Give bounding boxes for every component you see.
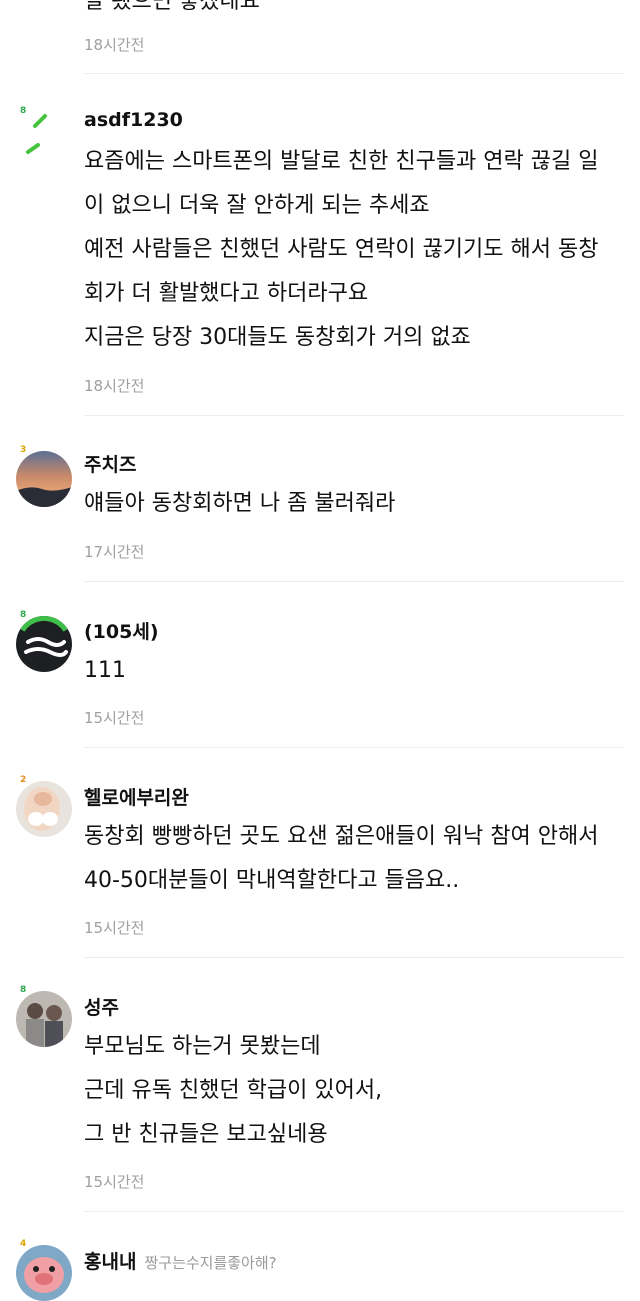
level-badge: 4 — [20, 1239, 27, 1249]
avatar-image — [16, 991, 72, 1047]
avatar[interactable]: 4 — [16, 1239, 72, 1301]
username[interactable]: asdf1230 — [84, 109, 183, 131]
username-text: 홍내내 — [84, 1251, 137, 1273]
comment-time: 17시간전 — [84, 543, 145, 561]
comment-body: 111 — [84, 649, 629, 693]
username[interactable]: 헬로에부리완 — [84, 783, 189, 810]
comment-body: 동창회 빵빵하던 곳도 요샌 젊은애들이 워낙 참여 안해서 40-50대분들이… — [84, 815, 629, 903]
divider — [84, 1211, 624, 1212]
comment-line: 부모님도 하는거 못봤는데 — [84, 1034, 321, 1059]
level-badge: 8 — [20, 106, 27, 116]
comment-time: 18시간전 — [84, 377, 145, 395]
comment-body: 잘 됐으면 좋겠네요 — [84, 0, 629, 24]
divider — [84, 957, 624, 958]
avatar-image — [16, 616, 72, 672]
avatar[interactable]: 2 — [16, 775, 72, 837]
divider — [84, 747, 624, 748]
divider — [84, 415, 624, 416]
divider — [84, 73, 624, 74]
comment-body: 얘들아 동창회하면 나 좀 불러줘라 — [84, 482, 629, 526]
avatar-image — [16, 781, 72, 837]
username[interactable]: 성주 — [84, 993, 119, 1020]
comment-line: 회가 더 활발했다고 하더라구요 — [84, 281, 369, 306]
comment-time: 15시간전 — [84, 1173, 145, 1191]
comment-body: 요즘에는 스마트폰의 발달로 친한 친구들과 연락 끊길 일 이 없으니 더욱 … — [84, 140, 629, 360]
comment-line: 동창회 빵빵하던 곳도 요샌 젊은애들이 워낙 참여 안해서 — [84, 824, 599, 849]
comment-body: 부모님도 하는거 못봤는데 근데 유독 친했던 학급이 있어서, 그 반 친규들… — [84, 1025, 629, 1157]
username[interactable]: (105세) — [84, 617, 159, 644]
comment-line: 지금은 당장 30대들도 동창회가 거의 없죠 — [84, 325, 471, 350]
avatar-image — [16, 1245, 72, 1301]
avatar[interactable]: 8 — [16, 985, 72, 1047]
comment-line: 40-50대분들이 막내역할한다고 들음요.. — [84, 868, 460, 893]
comment-line: 잘 됐으면 좋겠네요 — [84, 0, 260, 14]
avatar[interactable]: 3 — [16, 445, 72, 507]
comment-line: 근데 유독 친했던 학급이 있어서, — [84, 1078, 383, 1103]
level-badge: 2 — [20, 775, 27, 785]
comment-line: 이 없으니 더욱 잘 안하게 되는 추세죠 — [84, 193, 430, 218]
username[interactable]: 주치즈 — [84, 450, 136, 477]
comment-time: 15시간전 — [84, 919, 145, 937]
level-badge: 3 — [20, 445, 27, 455]
comment-line: 예전 사람들은 친했던 사람도 연락이 끊기기도 해서 동창 — [84, 237, 599, 262]
avatar-image — [16, 451, 72, 507]
comment-line: 얘들아 동창회하면 나 좀 불러줘라 — [84, 491, 396, 516]
divider — [84, 581, 624, 582]
avatar-image — [16, 112, 72, 168]
comment-line: 111 — [84, 658, 126, 683]
level-badge: 8 — [20, 610, 27, 620]
comment-time: 15시간전 — [84, 709, 145, 727]
comment-line: 그 반 친규들은 보고싶네용 — [84, 1122, 328, 1147]
username[interactable]: 홍내내 짱구는수지를좋아해? — [84, 1247, 277, 1274]
comment-line: 요즘에는 스마트폰의 발달로 친한 친구들과 연락 끊길 일 — [84, 149, 599, 174]
level-badge: 8 — [20, 985, 27, 995]
comment-time: 18시간전 — [84, 36, 145, 54]
user-tagline: 짱구는수지를좋아해? — [144, 1254, 277, 1272]
avatar[interactable]: 8 — [16, 610, 72, 672]
avatar[interactable]: 8 — [16, 106, 72, 168]
